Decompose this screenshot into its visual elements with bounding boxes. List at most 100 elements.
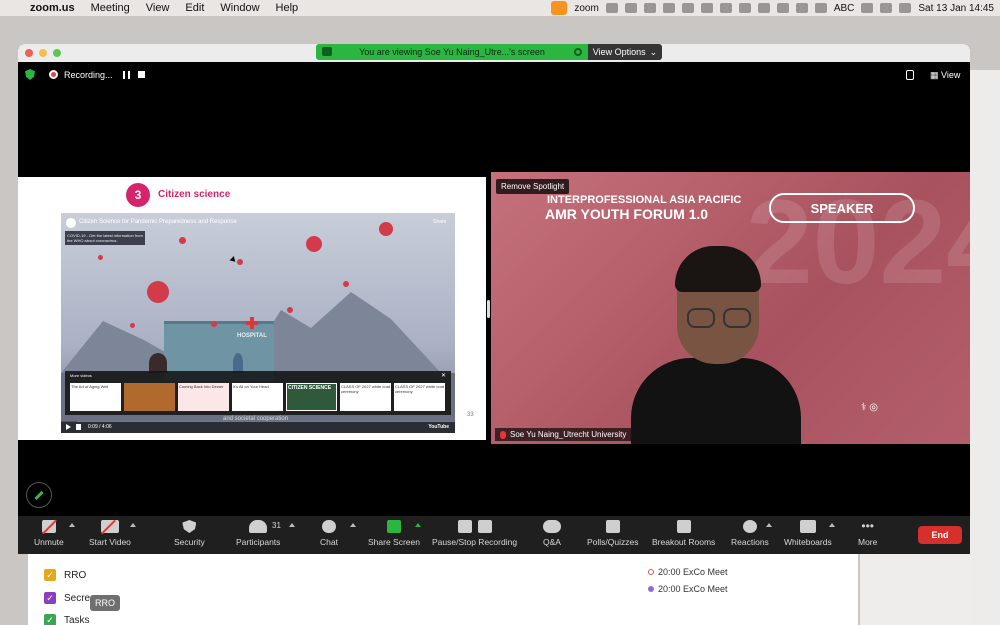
partner-logos: ⚕ ◎: [861, 402, 878, 413]
tray-icon[interactable]: [681, 3, 694, 13]
tooltip: RRO: [90, 595, 120, 611]
video-thumbnail[interactable]: CLASS OF 2027 white coat ceremony: [340, 383, 391, 411]
chevron-up-icon[interactable]: [415, 523, 421, 527]
stop-recording-icon[interactable]: [138, 71, 145, 78]
control-center-icon[interactable]: [899, 3, 912, 13]
video-thumbnail[interactable]: The Art of Aging Well: [70, 383, 121, 411]
minimize-layout-icon[interactable]: [906, 70, 914, 80]
start-video-button[interactable]: Start Video: [89, 520, 131, 547]
tray-icon[interactable]: [605, 3, 618, 13]
view-options-button[interactable]: View Options ⌄: [588, 44, 662, 60]
unmute-button[interactable]: Unmute: [34, 520, 64, 547]
calendar-list-item[interactable]: ✓ Secre: [44, 592, 90, 604]
minimize-window-icon[interactable]: [39, 49, 47, 57]
qa-button[interactable]: Q&A: [543, 520, 561, 547]
split-view-handle[interactable]: [487, 300, 490, 318]
chevron-up-icon[interactable]: [766, 523, 772, 527]
menu-window[interactable]: Window: [212, 2, 267, 14]
more-button[interactable]: ••• More: [858, 519, 877, 548]
forum-title-line1: INTERPROFESSIONAL ASIA PACIFIC: [547, 194, 742, 206]
participants-label: Participants: [236, 537, 281, 547]
video-thumbnail-selected[interactable]: CITIZEN SCIENCE: [286, 383, 337, 411]
speaker-icon: [322, 47, 332, 56]
clock[interactable]: Sat 13 Jan 14:45: [918, 3, 994, 14]
slide-page-number: 33: [467, 412, 474, 418]
breakout-rooms-button[interactable]: Breakout Rooms: [652, 520, 715, 547]
zoom-tray-label[interactable]: zoom: [574, 3, 598, 14]
menu-view[interactable]: View: [138, 2, 178, 14]
annotate-button[interactable]: [26, 482, 52, 508]
event-label: 20:00 ExCo Meet: [658, 567, 728, 577]
menu-help[interactable]: Help: [268, 2, 307, 14]
menu-app-name[interactable]: zoom.us: [22, 2, 83, 14]
tray-icon[interactable]: [738, 3, 751, 13]
tray-icon[interactable]: [643, 3, 656, 13]
more-videos-label: More videos: [70, 373, 92, 378]
chat-button[interactable]: Chat: [320, 520, 338, 547]
checkbox-checked-icon[interactable]: ✓: [44, 569, 56, 581]
share-status-icon: [574, 48, 582, 56]
unmute-label: Unmute: [34, 537, 64, 547]
menu-edit[interactable]: Edit: [177, 2, 212, 14]
security-shield-icon[interactable]: [25, 69, 35, 80]
tray-icon[interactable]: [719, 3, 732, 13]
volume-icon[interactable]: [76, 424, 81, 430]
tray-icon[interactable]: [757, 3, 770, 13]
video-thumbnail[interactable]: Coming Back Into Dinner: [178, 383, 229, 411]
share-screen-button[interactable]: Share Screen: [368, 520, 420, 547]
pause-recording-icon[interactable]: [123, 71, 130, 79]
virus-icon: [343, 281, 349, 287]
wifi-icon[interactable]: [795, 3, 808, 13]
youtube-logo[interactable]: YouTube: [428, 424, 449, 430]
fullscreen-window-icon[interactable]: [53, 49, 61, 57]
calendar-event[interactable]: 20:00 ExCo Meet: [648, 584, 728, 594]
share-video-button[interactable]: Share: [433, 219, 446, 225]
pause-stop-recording-button[interactable]: Pause/Stop Recording: [432, 520, 517, 547]
microphone-icon[interactable]: [551, 1, 568, 15]
close-icon[interactable]: ✕: [441, 372, 446, 379]
video-thumbnail[interactable]: [124, 383, 175, 411]
whiteboards-button[interactable]: Whiteboards: [784, 520, 832, 547]
chevron-up-icon[interactable]: [829, 523, 835, 527]
view-button[interactable]: ▦ View: [930, 70, 960, 81]
view-options-label: View Options: [592, 47, 646, 57]
video-thumbnail[interactable]: CLASS OF 2027 white coat ceremony: [394, 383, 445, 411]
embedded-video[interactable]: Citizen Science for Pandemic Preparednes…: [61, 213, 455, 433]
video-thumbnail[interactable]: It's All on Your Head: [232, 383, 283, 411]
spotlight-video-tile[interactable]: 2024 INTERPROFESSIONAL ASIA PACIFIC AMR …: [491, 172, 970, 444]
calendar-list-item[interactable]: ✓ Tasks: [44, 614, 90, 625]
chevron-up-icon[interactable]: [69, 523, 75, 527]
virus-icon: [211, 321, 217, 327]
chevron-up-icon[interactable]: [350, 523, 356, 527]
covid-info-panel[interactable]: COVID-19 - Get the latest information fr…: [65, 231, 145, 245]
virus-icon: [179, 237, 186, 244]
end-meeting-button[interactable]: End: [918, 526, 962, 544]
battery-icon[interactable]: [861, 3, 874, 13]
play-icon[interactable]: [66, 424, 71, 430]
checkbox-checked-icon[interactable]: ✓: [44, 614, 56, 625]
chevron-up-icon[interactable]: [130, 523, 136, 527]
menu-meeting[interactable]: Meeting: [83, 2, 138, 14]
muted-mic-icon: [500, 430, 506, 439]
tray-icon[interactable]: [624, 3, 637, 13]
bluetooth-icon[interactable]: [814, 3, 827, 13]
chevron-up-icon[interactable]: [289, 523, 295, 527]
participant-name-tag: Soe Yu Naing_Utrecht University: [495, 428, 632, 441]
pause-icon: [457, 520, 472, 533]
chat-bubble-icon: [321, 520, 336, 533]
tray-icon[interactable]: [776, 3, 789, 13]
security-button[interactable]: Security: [174, 520, 205, 547]
ellipsis-icon: •••: [861, 519, 874, 533]
calendar-list-item[interactable]: ✓ RRO: [44, 569, 86, 581]
reactions-button[interactable]: Reactions: [731, 520, 769, 547]
tray-icon[interactable]: [662, 3, 675, 13]
search-icon[interactable]: [880, 3, 893, 13]
input-source-label[interactable]: ABC: [834, 3, 855, 14]
remove-spotlight-button[interactable]: Remove Spotlight: [496, 179, 570, 194]
checkbox-checked-icon[interactable]: ✓: [44, 592, 56, 604]
calendar-event[interactable]: 20:00 ExCo Meet: [648, 567, 728, 577]
close-window-icon[interactable]: [25, 49, 33, 57]
tray-icon[interactable]: [700, 3, 713, 13]
polls-button[interactable]: Polls/Quizzes: [587, 520, 639, 547]
video-progress-bar[interactable]: [61, 421, 455, 422]
